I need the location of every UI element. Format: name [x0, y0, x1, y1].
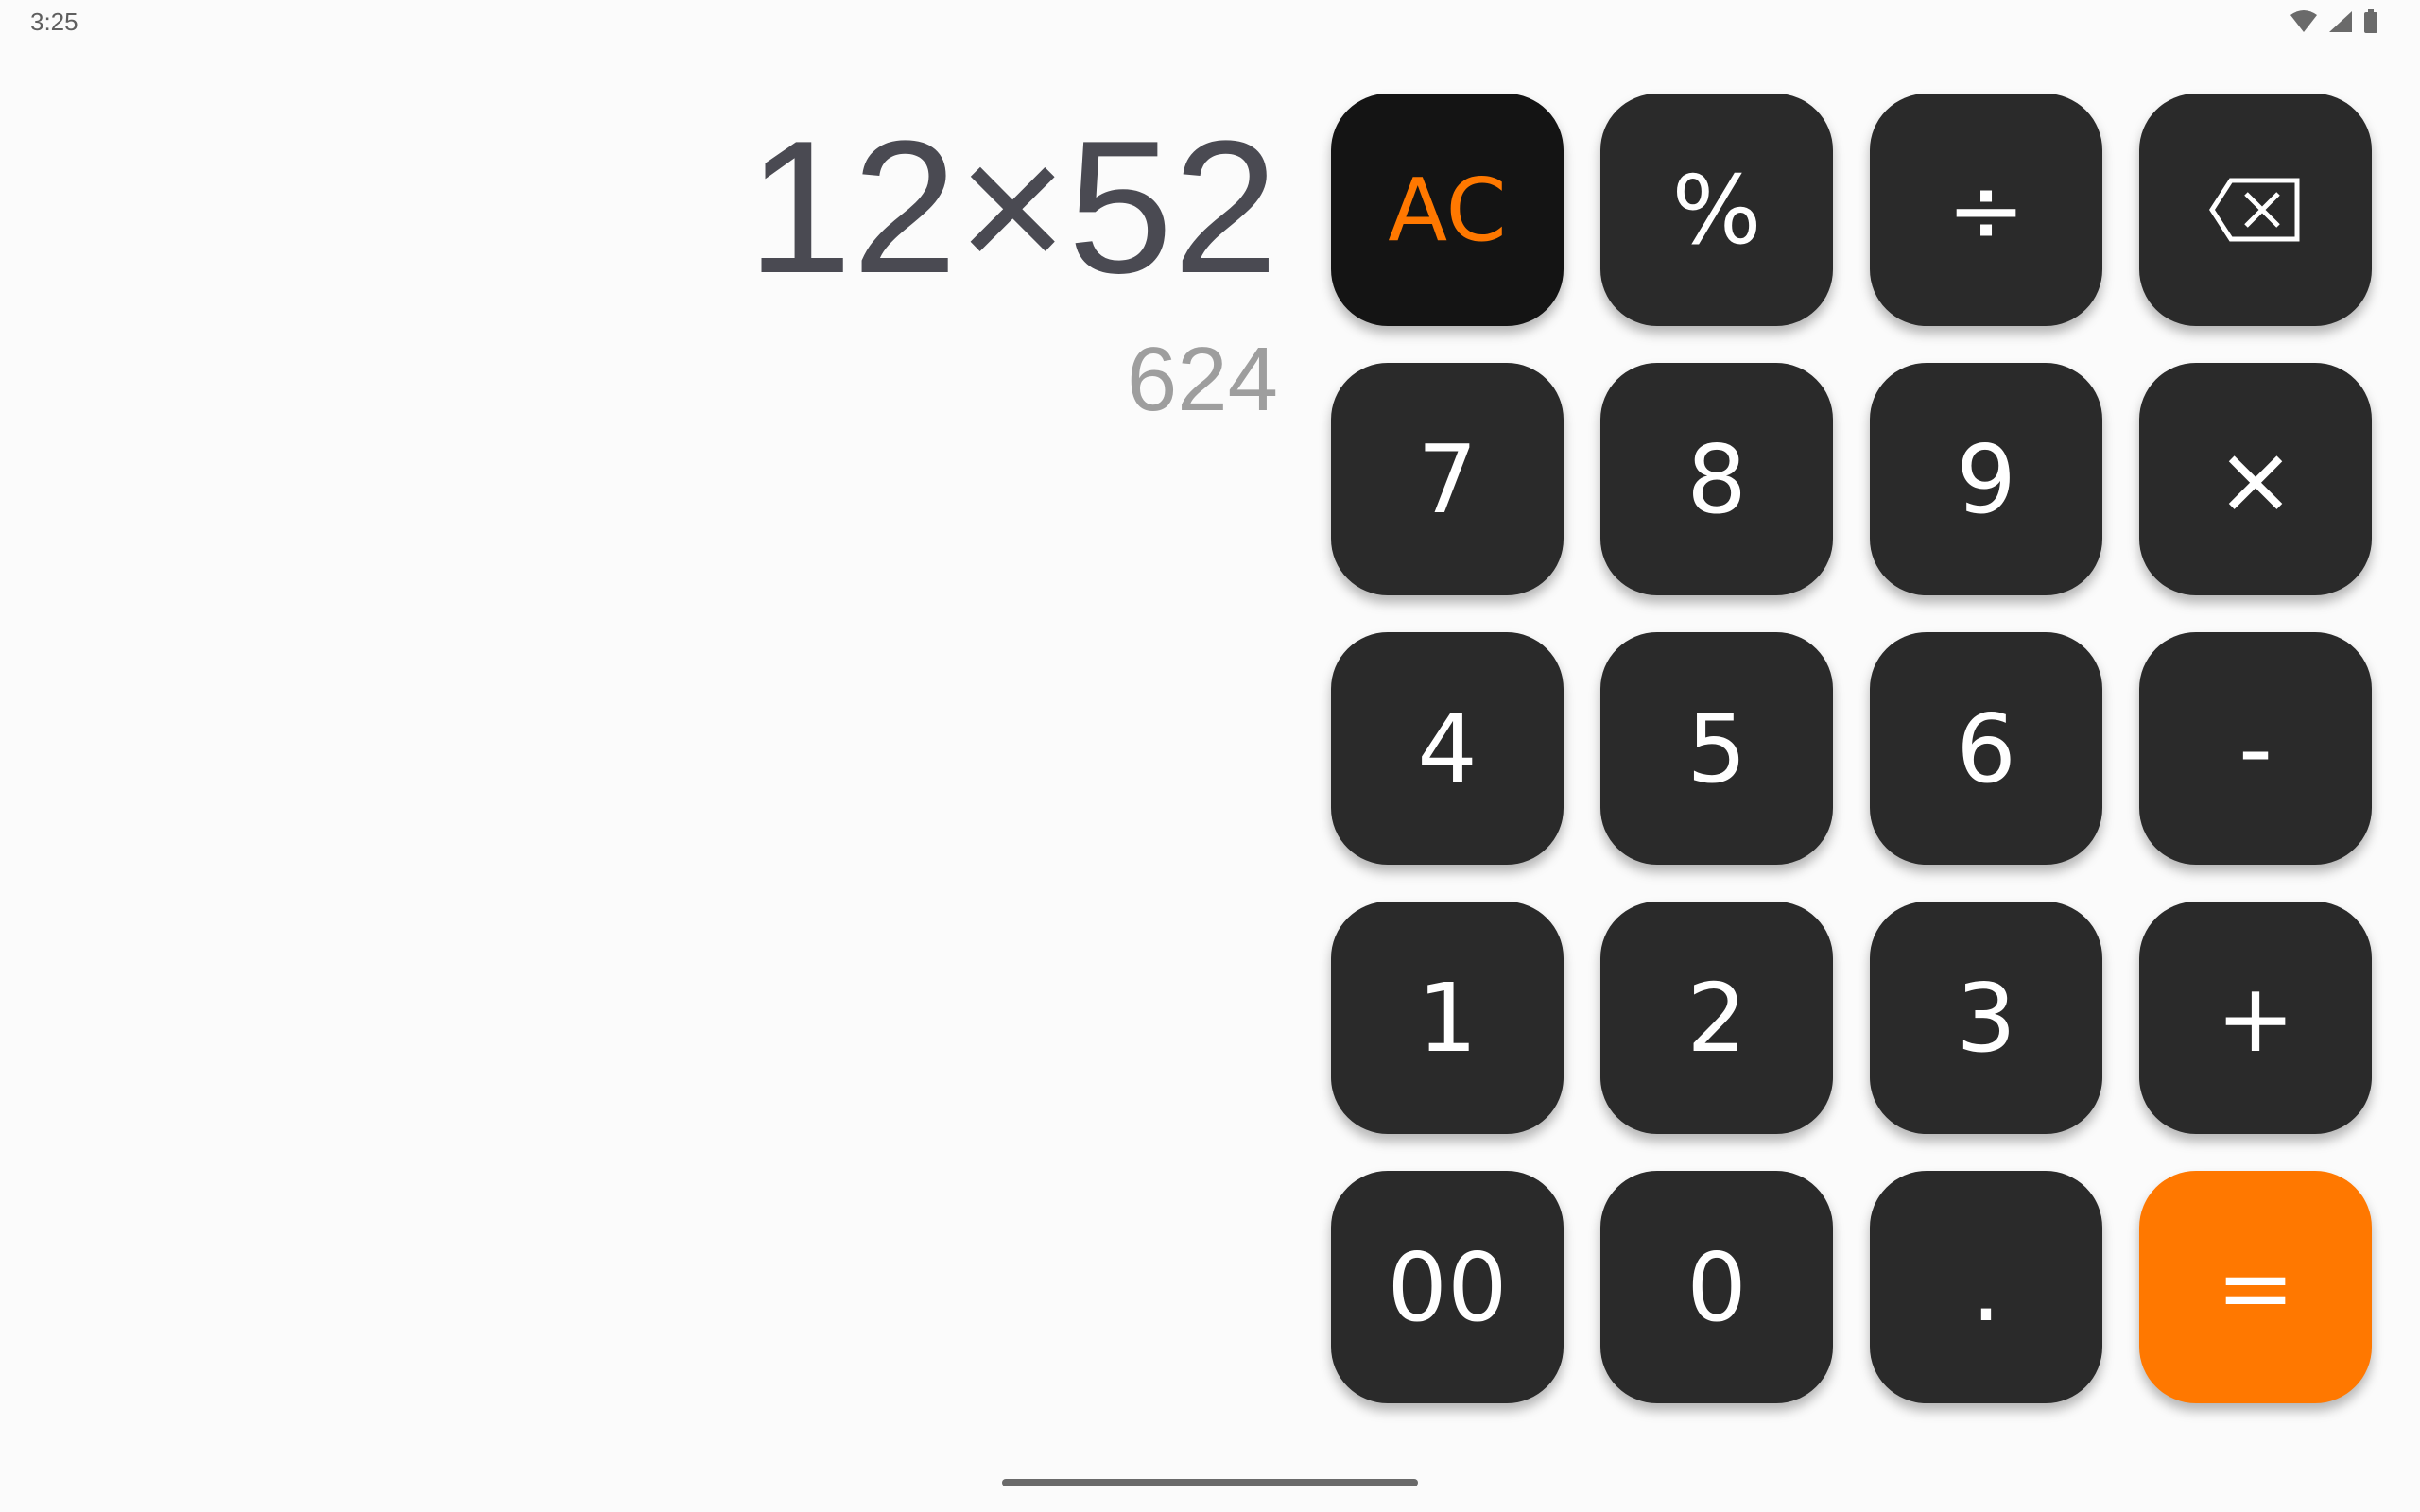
- result-text: 624: [1126, 329, 1278, 430]
- backspace-icon: [2208, 177, 2303, 243]
- percent-button[interactable]: %: [1600, 94, 1833, 326]
- cellular-signal-icon: [2327, 9, 2354, 34]
- digit-5-label: 5: [1686, 693, 1747, 804]
- digit-1-button[interactable]: 1: [1331, 902, 1564, 1134]
- navigation-handle[interactable]: [1002, 1479, 1418, 1486]
- digit-9-label: 9: [1956, 423, 2016, 535]
- digit-6-button[interactable]: 6: [1870, 632, 2102, 865]
- subtract-button[interactable]: -: [2139, 632, 2372, 865]
- status-icons: [2290, 9, 2378, 34]
- percent-label: %: [1671, 154, 1762, 266]
- keypad: AC% ÷ 7 8 9 × 4 5 6-1 2 3 +00 0. =: [1331, 94, 2373, 1403]
- digit-3-button[interactable]: 3: [1870, 902, 2102, 1134]
- status-bar: 3:25: [0, 0, 2420, 45]
- digit-6-label: 6: [1956, 693, 2016, 804]
- add-label: +: [2216, 962, 2295, 1074]
- backspace-button[interactable]: [2139, 94, 2372, 326]
- clear-button[interactable]: AC: [1331, 94, 1564, 326]
- digit-8-button[interactable]: 8: [1600, 363, 1833, 595]
- equals-button[interactable]: =: [2139, 1171, 2372, 1403]
- decimal-point-button[interactable]: .: [1870, 1171, 2102, 1403]
- divide-button[interactable]: ÷: [1870, 94, 2102, 326]
- double-zero-label: 00: [1387, 1231, 1508, 1343]
- multiply-button[interactable]: ×: [2139, 363, 2372, 595]
- multiply-label: ×: [2216, 423, 2295, 535]
- decimal-point-label: .: [1971, 1231, 2001, 1343]
- subtract-label: -: [2238, 693, 2273, 804]
- digit-2-button[interactable]: 2: [1600, 902, 1833, 1134]
- double-zero-button[interactable]: 00: [1331, 1171, 1564, 1403]
- digit-5-button[interactable]: 5: [1600, 632, 1833, 865]
- digit-0-button[interactable]: 0: [1600, 1171, 1833, 1403]
- digit-1-label: 1: [1417, 962, 1478, 1074]
- digit-7-label: 7: [1417, 423, 1478, 535]
- digit-4-label: 4: [1417, 693, 1478, 804]
- expression-text: 12×52: [747, 102, 1278, 313]
- divide-label: ÷: [1946, 154, 2026, 266]
- clear-label: AC: [1388, 159, 1507, 261]
- wifi-icon: [2290, 9, 2318, 34]
- digit-8-label: 8: [1686, 423, 1747, 535]
- equals-label: =: [2216, 1231, 2295, 1343]
- add-button[interactable]: +: [2139, 902, 2372, 1134]
- battery-icon: [2363, 9, 2378, 34]
- digit-4-button[interactable]: 4: [1331, 632, 1564, 865]
- digit-7-button[interactable]: 7: [1331, 363, 1564, 595]
- digit-2-label: 2: [1686, 962, 1747, 1074]
- digit-0-label: 0: [1686, 1231, 1747, 1343]
- status-time: 3:25: [30, 8, 78, 36]
- digit-9-button[interactable]: 9: [1870, 363, 2102, 595]
- digit-3-label: 3: [1956, 962, 2016, 1074]
